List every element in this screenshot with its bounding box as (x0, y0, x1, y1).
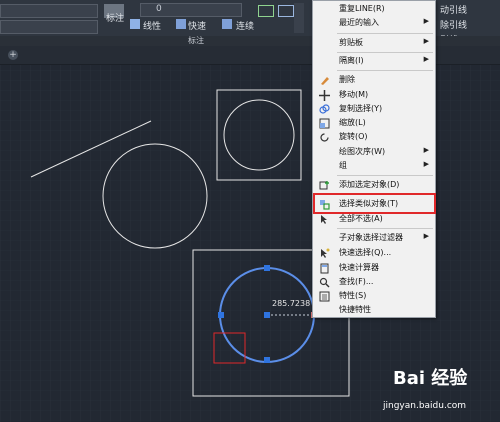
highlight-box (313, 193, 436, 214)
menu-item-rotate[interactable]: 旋转(O) (313, 130, 435, 145)
panel-label: 标注 (188, 36, 204, 45)
leader-text-2[interactable]: 除引线 (440, 18, 467, 31)
watermark-url: jingyan.baidu.com (383, 401, 467, 411)
grip-center (264, 312, 270, 318)
watermark-logo: Bai 经验 (393, 368, 468, 389)
dimension-style-value: 0 (156, 4, 162, 14)
menu-item-quick-select[interactable]: 快速选择(Q)... (313, 246, 435, 261)
menu-item-draw-order[interactable]: 绘图次序(W) ▶ (313, 145, 435, 160)
ribbon-scroll-icon[interactable] (294, 3, 304, 33)
deselect-icon (321, 215, 327, 224)
menu-item-add-selected[interactable]: 添加选定对象(D) (313, 178, 435, 193)
find-icon (319, 277, 330, 288)
menu-item-find[interactable]: 查找(F)... (313, 275, 435, 290)
continue-button[interactable]: 连续 (236, 19, 254, 32)
menu-separator (337, 228, 433, 229)
dim-update-icon[interactable] (258, 5, 274, 17)
menu-item-quick-properties[interactable]: 快捷特性 (313, 303, 435, 318)
quick-icon (176, 19, 186, 29)
leader-text-1[interactable]: 动引线 (440, 3, 467, 16)
menu-item-group[interactable]: 组 ▶ (313, 159, 435, 174)
menu-item-subobject-filter[interactable]: 子对象选择过滤器 ▶ (313, 231, 435, 246)
quick-select-icon (321, 248, 330, 258)
dimension-readout: 285.7238 (272, 299, 310, 308)
menu-item-isolate[interactable]: 隔离(I) ▶ (313, 54, 435, 69)
submenu-arrow-icon: ▶ (423, 160, 429, 168)
linear-button[interactable]: 线性 (143, 19, 161, 32)
menu-item-scale[interactable]: 缩放(L) (313, 116, 435, 131)
dimension-style-dropdown[interactable]: 0 (140, 3, 242, 17)
rotate-icon (320, 133, 329, 142)
menu-separator (337, 175, 433, 176)
continue-icon (222, 19, 232, 29)
grip-bottom (264, 357, 270, 363)
grip-left (218, 312, 224, 318)
context-menu: 重复LINE(R) 最近的输入 ▶ 剪贴板 ▶ 隔离(I) ▶ 删除 移动(M) 复制… (312, 0, 436, 318)
dim-tool-icon[interactable] (278, 5, 294, 17)
submenu-arrow-icon: ▶ (423, 146, 429, 154)
menu-separator (337, 70, 433, 71)
menu-item-delete[interactable]: 删除 (313, 73, 435, 88)
properties-icon (319, 291, 330, 302)
linear-icon (130, 19, 140, 29)
scale-icon (319, 118, 330, 129)
menu-item-quick-calc[interactable]: 快速计算器 (313, 261, 435, 276)
menu-item-repeat-line[interactable]: 重复LINE(R) (313, 2, 435, 17)
submenu-arrow-icon: ▶ (423, 232, 429, 240)
submenu-arrow-icon: ▶ (423, 17, 429, 25)
grip-top (264, 265, 270, 271)
add-selected-icon (319, 181, 329, 190)
menu-item-clipboard[interactable]: 剪贴板 ▶ (313, 36, 435, 51)
new-tab-icon[interactable]: + (8, 50, 18, 60)
menu-item-recent-input[interactable]: 最近的输入 ▶ (313, 16, 435, 31)
menu-item-copy[interactable]: 复制选择(Y) (313, 102, 435, 117)
menu-separator (337, 33, 433, 34)
submenu-arrow-icon: ▶ (423, 55, 429, 63)
layer-dropdown[interactable] (0, 4, 98, 18)
move-icon (319, 90, 330, 101)
menu-item-properties[interactable]: 特性(S) (313, 289, 435, 304)
quick-button[interactable]: 快速 (188, 19, 206, 32)
eraser-icon (321, 77, 329, 85)
menu-item-move[interactable]: 移动(M) (313, 88, 435, 103)
style-dropdown[interactable] (0, 20, 98, 34)
submenu-arrow-icon: ▶ (423, 37, 429, 45)
menu-item-deselect-all[interactable]: 全部不选(A) (313, 212, 435, 227)
copy-icon (319, 104, 330, 114)
menu-separator (337, 52, 433, 53)
annotate-label[interactable]: 标注 (106, 11, 124, 24)
calculator-icon (320, 263, 329, 274)
